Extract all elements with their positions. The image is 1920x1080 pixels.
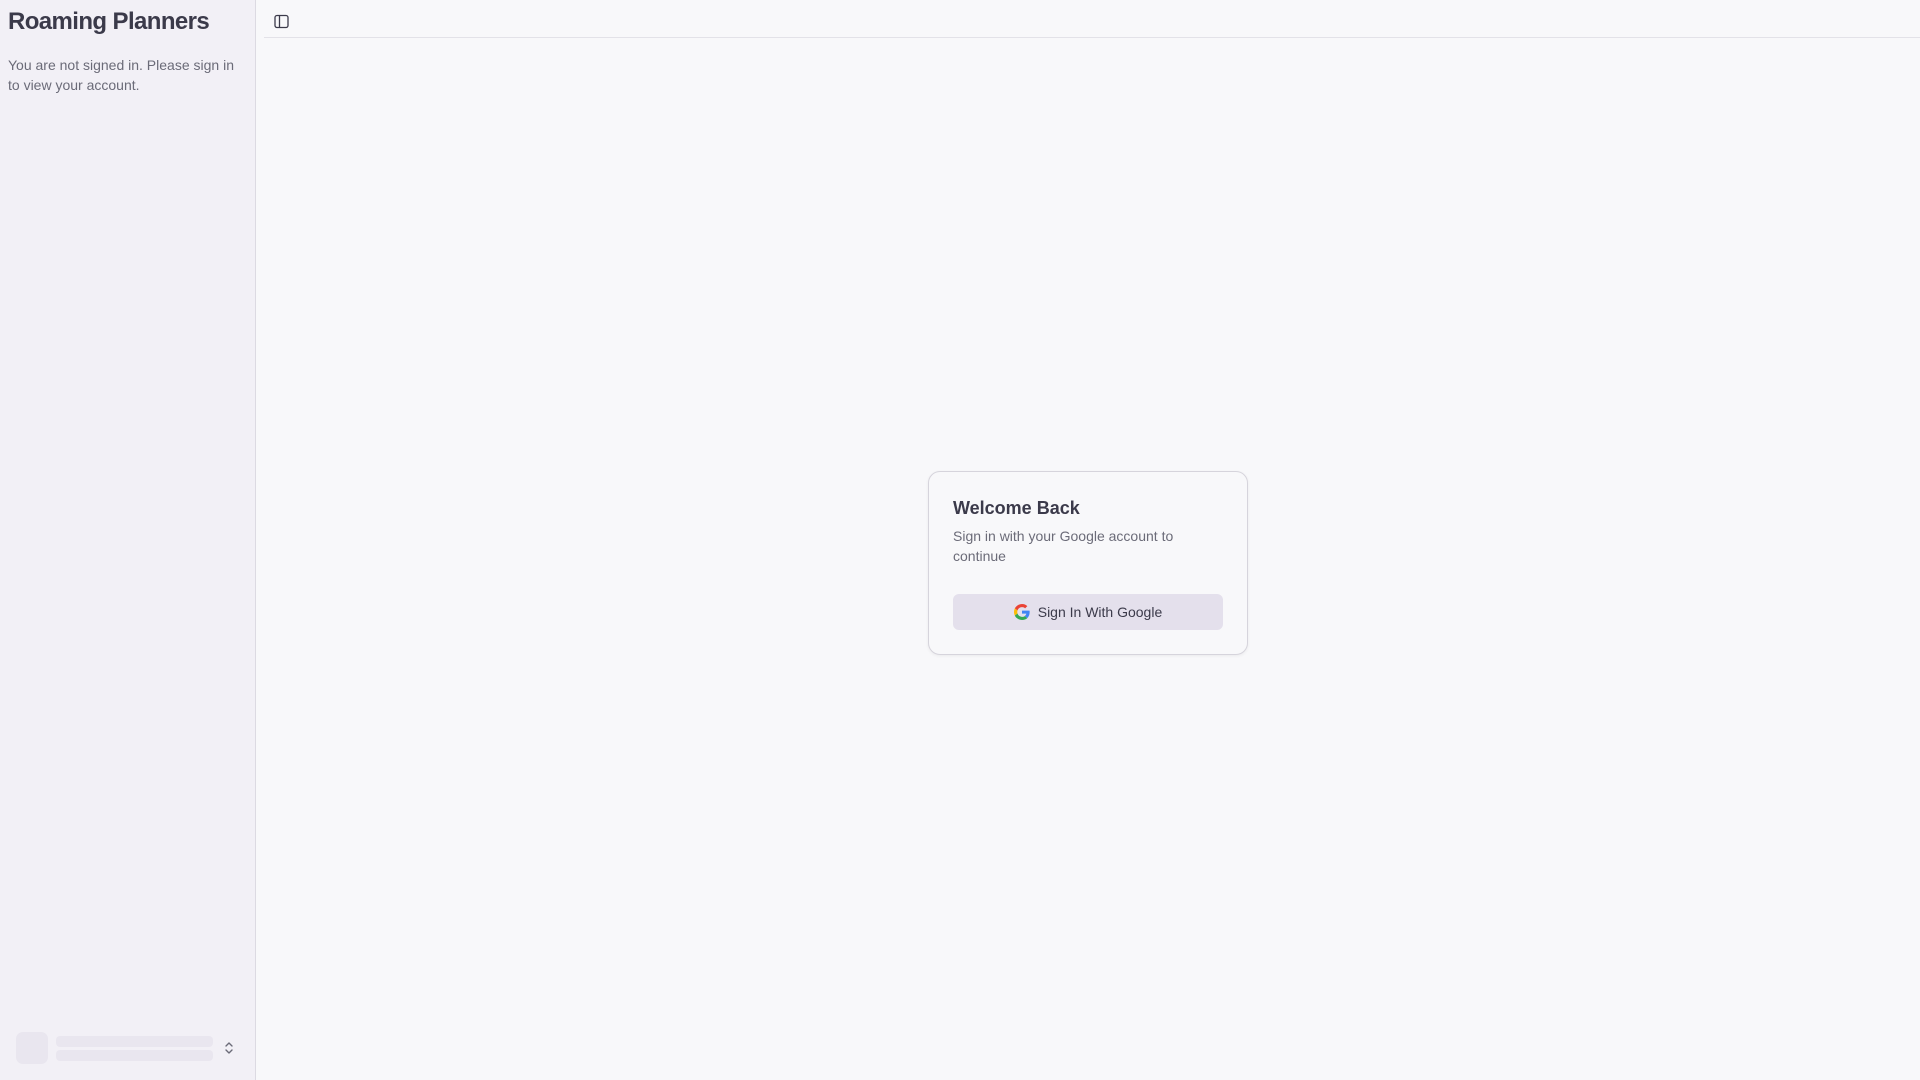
user-menu[interactable]: [16, 1032, 240, 1064]
skeleton-line: [56, 1035, 213, 1047]
card-title: Welcome Back: [953, 498, 1080, 518]
top-bar: [264, 0, 1920, 38]
google-icon: [1013, 604, 1030, 620]
card-description: Sign in with your Google account to cont…: [953, 528, 1174, 564]
skeleton-line: [56, 1049, 213, 1061]
login-card: Welcome Back Sign in with your Google ac…: [928, 471, 1248, 655]
sign-in-google-button[interactable]: Sign In With Google: [953, 594, 1223, 630]
sign-in-google-label: Sign In With Google: [1037, 604, 1163, 620]
app-title: Roaming Planners: [8, 8, 210, 35]
user-info-placeholder: [56, 1035, 213, 1061]
sidebar: Roaming Planners You are not signed in. …: [0, 0, 256, 1080]
sidebar-toggle-icon[interactable]: [273, 13, 289, 29]
app-root: Roaming Planners You are not signed in. …: [0, 0, 1920, 1080]
chevrons-up-down-icon: [223, 1039, 235, 1057]
avatar-placeholder: [16, 1032, 48, 1064]
main-content: Welcome Back Sign in with your Google ac…: [256, 0, 1920, 1080]
signed-out-message: You are not signed in. Please sign in to…: [8, 57, 234, 93]
